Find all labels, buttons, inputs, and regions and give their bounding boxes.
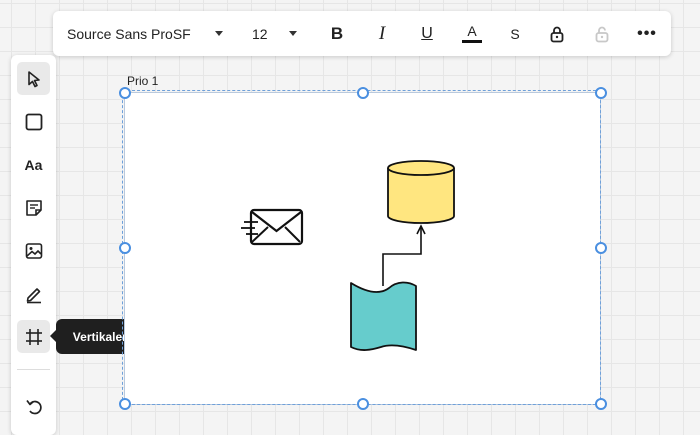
connector-arrow[interactable]: [382, 224, 426, 286]
diagram-layer: [241, 160, 455, 351]
document-shape[interactable]: [350, 281, 417, 351]
database-shape[interactable]: [387, 160, 455, 224]
envelope-icon[interactable]: [241, 208, 304, 246]
